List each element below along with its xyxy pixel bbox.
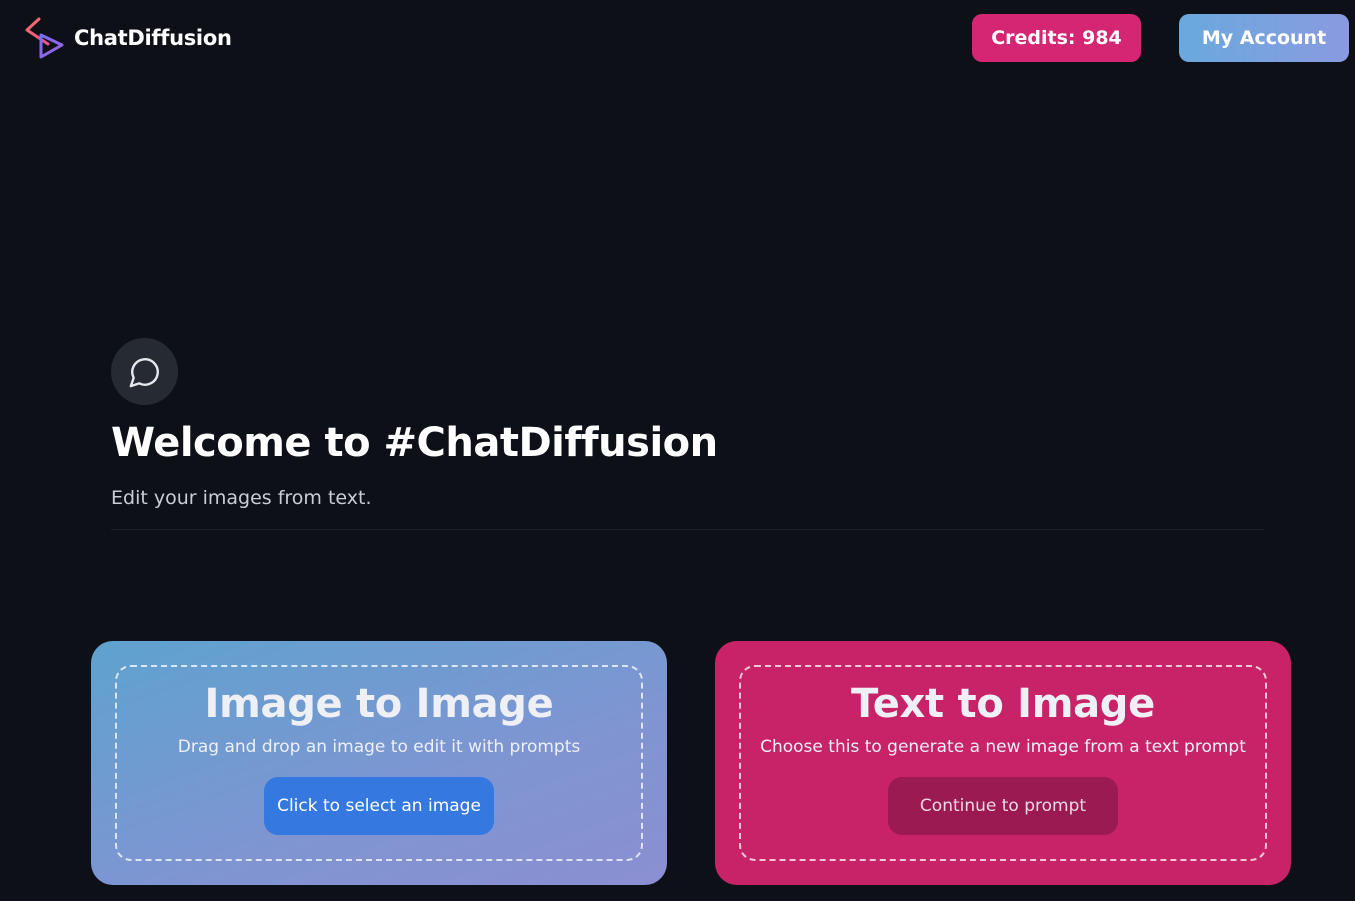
select-image-button[interactable]: Click to select an image xyxy=(264,777,494,835)
chat-badge xyxy=(111,338,178,405)
credits-button[interactable]: Credits: 984 xyxy=(972,14,1141,62)
chatdiffusion-logo-icon xyxy=(25,17,64,59)
image-to-image-card[interactable]: Image to Image Drag and drop an image to… xyxy=(91,641,667,885)
image-dropzone[interactable]: Image to Image Drag and drop an image to… xyxy=(115,665,643,861)
divider xyxy=(111,529,1264,530)
text-to-image-card[interactable]: Text to Image Choose this to generate a … xyxy=(715,641,1291,885)
brand-logo[interactable]: ChatDiffusion xyxy=(22,16,232,60)
image-to-image-description: Drag and drop an image to edit it with p… xyxy=(177,737,581,757)
page-subtitle: Edit your images from text. xyxy=(111,487,372,509)
text-to-image-panel: Text to Image Choose this to generate a … xyxy=(739,665,1267,861)
continue-to-prompt-button[interactable]: Continue to prompt xyxy=(888,777,1118,835)
page-title: Welcome to #ChatDiffusion xyxy=(111,420,718,466)
chat-bubble-icon xyxy=(129,357,159,387)
brand-name: ChatDiffusion xyxy=(74,26,232,50)
my-account-button[interactable]: My Account xyxy=(1179,14,1349,62)
image-to-image-title: Image to Image xyxy=(204,681,554,727)
text-to-image-title: Text to Image xyxy=(851,681,1155,727)
text-to-image-description: Choose this to generate a new image from… xyxy=(760,737,1246,757)
